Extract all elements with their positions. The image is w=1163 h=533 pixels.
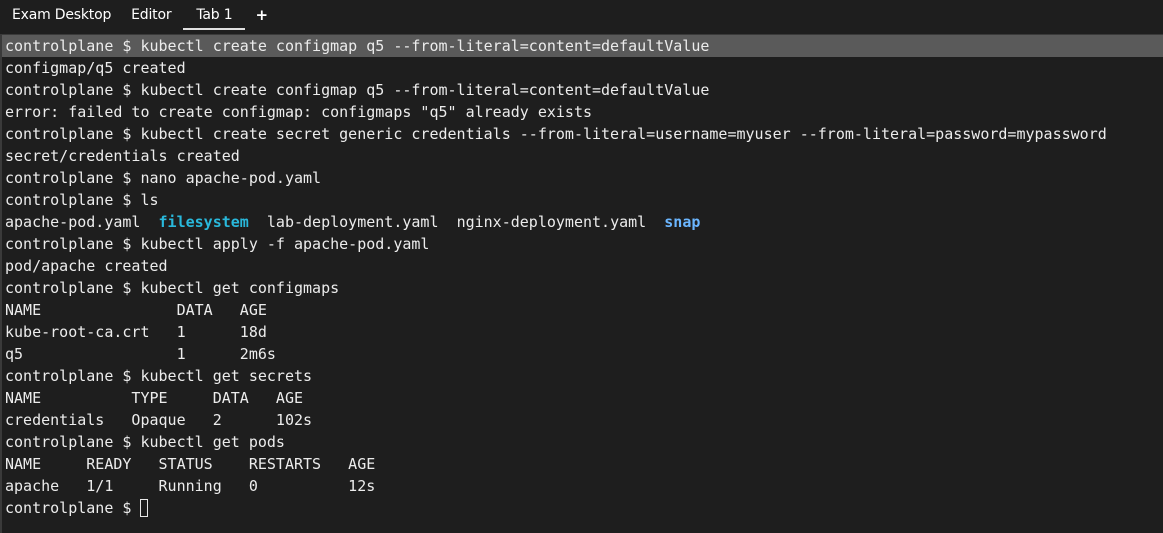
terminal-output[interactable]: controlplane $ kubectl create configmap … bbox=[0, 34, 1163, 533]
tab-editor[interactable]: Editor bbox=[121, 6, 181, 30]
terminal-line: credentials Opaque 2 102s bbox=[5, 411, 313, 429]
ls-file: lab-deployment.yaml bbox=[266, 213, 439, 231]
terminal-line: controlplane $ kubectl create secret gen… bbox=[5, 125, 1107, 143]
text-cursor bbox=[140, 499, 149, 517]
ls-file: nginx-deployment.yaml bbox=[456, 213, 647, 231]
terminal-line: NAME DATA AGE bbox=[5, 301, 267, 319]
terminal-line: kube-root-ca.crt 1 18d bbox=[5, 323, 267, 341]
terminal-line: controlplane $ kubectl create configmap … bbox=[5, 81, 710, 99]
prompt-line[interactable]: controlplane $ bbox=[2, 497, 1163, 519]
tab-tab-1[interactable]: Tab 1 bbox=[183, 6, 246, 30]
ls-output-line: apache-pod.yaml filesystem lab-deploymen… bbox=[2, 211, 1163, 233]
terminal-app: Exam Desktop Editor Tab 1 + controlplane… bbox=[0, 0, 1163, 533]
ls-file: apache-pod.yaml bbox=[5, 213, 141, 231]
terminal-line: controlplane $ kubectl get secrets bbox=[5, 367, 313, 385]
prompt-text: controlplane $ bbox=[5, 499, 141, 517]
add-tab-button[interactable]: + bbox=[247, 6, 275, 30]
terminal-line: controlplane $ nano apache-pod.yaml bbox=[5, 169, 322, 187]
terminal-line: NAME READY STATUS RESTARTS AGE bbox=[5, 455, 376, 473]
terminal-line: apache 1/1 Running 0 12s bbox=[5, 477, 376, 495]
terminal-line: controlplane $ kubectl create configmap … bbox=[2, 35, 1163, 57]
terminal-line: configmap/q5 created bbox=[5, 59, 186, 77]
terminal-line: error: failed to create configmap: confi… bbox=[5, 103, 592, 121]
ls-directory: filesystem bbox=[158, 213, 249, 231]
terminal-line: secret/credentials created bbox=[5, 147, 240, 165]
terminal-line: controlplane $ ls bbox=[5, 191, 159, 209]
terminal-line: controlplane $ kubectl get configmaps bbox=[5, 279, 340, 297]
terminal-line: q5 1 2m6s bbox=[5, 345, 276, 363]
terminal-line: pod/apache created bbox=[5, 257, 168, 275]
terminal-line: controlplane $ kubectl apply -f apache-p… bbox=[5, 235, 430, 253]
terminal-line: controlplane $ kubectl get pods bbox=[5, 433, 285, 451]
tab-bar: Exam Desktop Editor Tab 1 + bbox=[0, 0, 1163, 30]
tab-exam-desktop[interactable]: Exam Desktop bbox=[2, 6, 121, 30]
terminal-line: NAME TYPE DATA AGE bbox=[5, 389, 304, 407]
ls-directory: snap bbox=[664, 213, 701, 231]
